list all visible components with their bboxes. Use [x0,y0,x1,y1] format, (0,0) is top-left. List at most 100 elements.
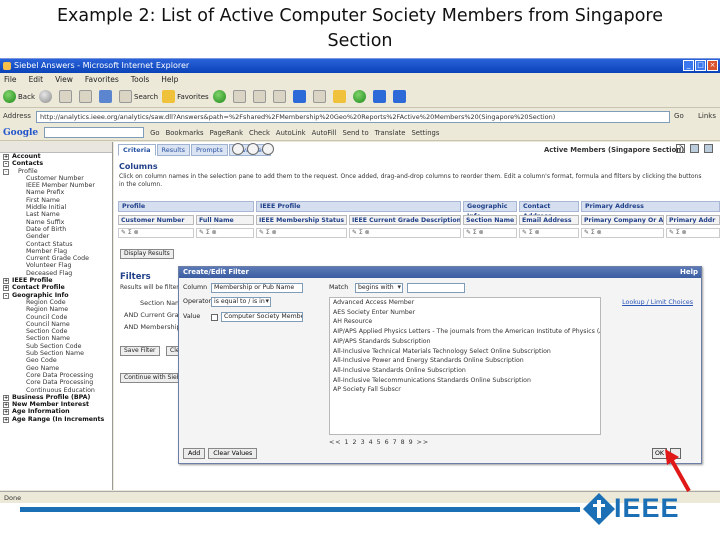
menu-item-edit[interactable]: Edit [29,73,44,86]
value-list-item[interactable]: All-Inclusive Telecommunications Standar… [330,376,600,386]
favorites-button[interactable]: Favorites [162,89,209,105]
expand-toggle-icon[interactable]: + [3,402,9,409]
value-list-item[interactable]: All-Inclusive Standards Online Subscript… [330,366,600,376]
maximize-button[interactable]: □ [695,60,706,71]
tree-folder[interactable]: + IEEE Profile [0,277,112,285]
limit-choices-link[interactable]: Lookup / Limit Choices [622,299,693,306]
menu-item-help[interactable]: Help [161,73,178,86]
tab-results[interactable]: Results [156,144,191,156]
google-toolbar-item[interactable]: AutoFill [312,129,337,137]
save-icon[interactable] [704,144,713,153]
tree-column-item[interactable]: Geo Name [0,365,112,372]
google-toolbar-item[interactable]: Settings [411,129,439,137]
column-section-name[interactable]: Section Name [463,215,517,225]
address-input[interactable]: http://analytics.ieee.org/analytics/saw.… [36,110,671,123]
menu-item-favorites[interactable]: Favorites [85,73,119,86]
tree-subfolder[interactable]: - Profile [0,168,112,175]
tree-folder[interactable]: + New Member Interest [0,401,112,409]
google-toolbar-item[interactable]: Translate [375,129,406,137]
tree-folder[interactable]: + Business Profile (BPA) [0,394,112,401]
expand-toggle-icon[interactable]: + [3,394,9,401]
tree-column-item[interactable]: Last Name [0,211,112,218]
tree-column-item[interactable]: Volunteer Flag [0,262,112,269]
history-button[interactable] [232,89,249,105]
tab-prompts[interactable]: Prompts [191,144,228,156]
tree-column-item[interactable]: Core Data Processing [0,379,112,386]
tree-column-item[interactable]: First Name [0,197,112,204]
column-customer-number[interactable]: Customer Number [118,215,194,225]
tree-column-item[interactable]: Date of Birth [0,226,112,233]
tree-column-item[interactable]: Member Flag [0,248,112,255]
value-list-item[interactable]: AH Resource [330,317,600,327]
tree-column-item[interactable]: Section Code [0,328,112,335]
back-button[interactable]: Back [3,89,35,105]
add-value-button[interactable]: Add [183,448,206,459]
google-go-button[interactable]: Go [150,129,159,137]
edit-icon[interactable] [690,144,699,153]
column-buttons[interactable]: ✎ Σ ⊗ [196,228,254,238]
expand-toggle-icon[interactable]: - [3,292,9,299]
values-pager[interactable]: << 1 2 3 4 5 6 7 8 9 >> [329,439,429,446]
tree-column-item[interactable]: Deceased Flag [0,270,112,277]
tree-column-item[interactable]: Customer Number [0,175,112,182]
column-full-name[interactable]: Full Name [196,215,254,225]
expand-toggle-icon[interactable]: + [3,285,9,292]
column-buttons[interactable]: ✎ Σ ⊗ [349,228,461,238]
column-buttons[interactable]: ✎ Σ ⊗ [118,228,194,238]
tree-column-item[interactable]: Current Grade Code [0,255,112,262]
tree-folder[interactable]: + Contact Profile [0,284,112,292]
stop-button[interactable] [59,89,75,105]
column-current-grade[interactable]: IEEE Current Grade Description [349,215,461,225]
expand-toggle-icon[interactable]: + [3,154,9,160]
tree-column-item[interactable]: Name Suffix [0,219,112,226]
edit-button[interactable] [292,89,309,105]
column-membership-status[interactable]: IEEE Membership Status Desc [256,215,347,225]
expand-toggle-icon[interactable]: - [3,161,9,168]
tree-column-item[interactable]: Sub Section Name [0,350,112,357]
google-toolbar-item[interactable]: PageRank [210,129,243,137]
bluetooth-button[interactable] [392,89,409,105]
value-list-item[interactable]: AIP/APS Standards Subscription [330,337,600,347]
expand-toggle-icon[interactable]: + [3,416,9,423]
clear-values-button[interactable]: Clear Values [208,448,258,459]
dialog-help-link[interactable]: Help [680,267,698,278]
tree-column-item[interactable]: Council Name [0,321,112,328]
google-toolbar-item[interactable]: Check [249,129,270,137]
save-request-icon[interactable] [232,143,244,155]
expand-toggle-icon[interactable]: + [3,278,9,285]
menu-item-file[interactable]: File [4,73,17,86]
tree-column-item[interactable]: Contact Status [0,241,112,248]
forward-button[interactable] [39,89,55,105]
tree-column-item[interactable]: Region Name [0,306,112,313]
column-email-address[interactable]: Email Address [519,215,579,225]
tree-column-item[interactable]: Geo Code [0,357,112,364]
print-button[interactable] [272,89,289,105]
mail-button[interactable] [252,89,269,105]
messenger-button[interactable] [352,89,369,105]
value-list-item[interactable]: AES Society Enter Number [330,308,600,318]
tree-column-item[interactable]: Sub Section Code [0,343,112,350]
tree-column-item[interactable]: Council Code [0,314,112,321]
search-button[interactable]: Search [119,89,158,105]
tree-folder[interactable]: + Age Information [0,408,112,416]
google-toolbar-item[interactable]: Bookmarks [166,129,204,137]
menu-item-tools[interactable]: Tools [131,73,149,86]
display-results-button[interactable]: Display Results [120,249,174,259]
value-input[interactable]: Computer Society Membe [221,312,303,322]
column-buttons[interactable]: ✎ Σ ⊗ [463,228,517,238]
google-toolbar-item[interactable]: AutoLink [276,129,306,137]
go-button[interactable]: Go [670,109,698,124]
media-button[interactable] [212,89,229,105]
menu-item-view[interactable]: View [55,73,73,86]
value-list-item[interactable]: All-Inclusive Power and Energy Standards… [330,356,600,366]
help-icon[interactable]: ? [676,144,685,153]
column-primary-company[interactable]: Primary Company Or Attn [581,215,664,225]
match-input[interactable] [407,283,465,293]
expand-toggle-icon[interactable]: + [3,409,9,416]
google-search-input[interactable] [44,127,145,138]
tree-column-item[interactable]: Core Data Processing [0,372,112,379]
value-list-item[interactable]: AIP/APS Applied Physics Letters - The jo… [330,327,600,337]
column-buttons[interactable]: ✎ Σ ⊗ [581,228,664,238]
refresh-request-icon[interactable] [262,143,274,155]
column-buttons[interactable]: ✎ Σ ⊗ [666,228,720,238]
